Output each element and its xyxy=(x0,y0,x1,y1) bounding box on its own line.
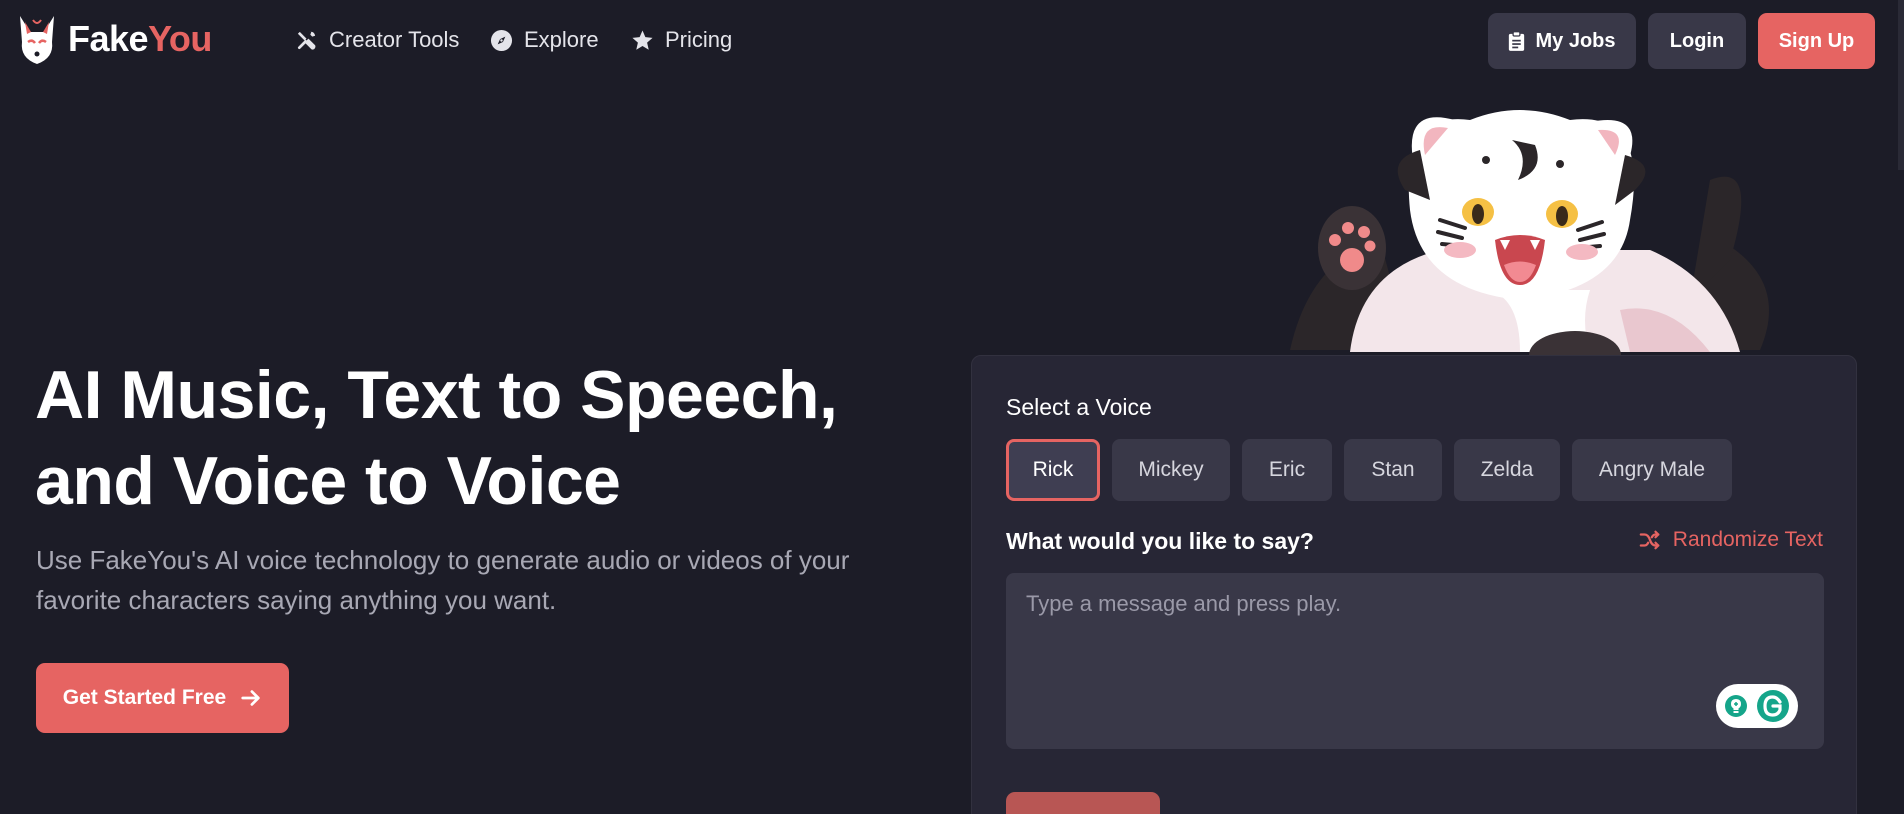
my-jobs-label: My Jobs xyxy=(1535,29,1616,52)
my-jobs-button[interactable]: My Jobs xyxy=(1488,13,1636,69)
brand-name-part2: You xyxy=(148,18,212,59)
voice-selector: Rick Mickey Eric Stan Zelda Angry Male xyxy=(1006,439,1732,501)
top-navbar: Fake You Creator Tools Explore Pricing M… xyxy=(0,0,1904,80)
select-voice-label: Select a Voice xyxy=(1006,394,1152,420)
lightbulb-icon xyxy=(1725,695,1747,717)
voice-option-angry-male[interactable]: Angry Male xyxy=(1572,439,1732,501)
nav-explore-label: Explore xyxy=(524,27,599,52)
voice-option-eric[interactable]: Eric xyxy=(1242,439,1332,501)
voice-option-mickey[interactable]: Mickey xyxy=(1112,439,1230,501)
clipboard-icon xyxy=(1509,30,1525,51)
randomize-text-button[interactable]: Randomize Text xyxy=(1639,528,1823,552)
tts-card: Select a Voice Rick Mickey Eric Stan Zel… xyxy=(971,355,1857,814)
brand-name: Fake You xyxy=(68,18,212,60)
scrollbar[interactable] xyxy=(1898,0,1904,170)
voice-option-zelda[interactable]: Zelda xyxy=(1454,439,1560,501)
hero-title: AI Music, Text to Speech, and Voice to V… xyxy=(35,352,935,524)
nav-creator-tools[interactable]: Creator Tools xyxy=(295,22,459,58)
speak-button[interactable] xyxy=(1006,792,1160,814)
get-started-button[interactable]: Get Started Free xyxy=(36,663,289,733)
nav-pricing-label: Pricing xyxy=(665,27,733,52)
grammarly-widget[interactable] xyxy=(1716,684,1798,728)
voice-option-rick[interactable]: Rick xyxy=(1006,439,1100,501)
cat-mascot-illustration xyxy=(1290,110,1769,379)
arrow-right-icon xyxy=(241,690,260,706)
shuffle-icon xyxy=(1639,530,1660,550)
fox-mask-icon xyxy=(20,16,54,64)
signup-button[interactable]: Sign Up xyxy=(1758,13,1875,69)
grammarly-logo-icon xyxy=(1757,690,1789,722)
star-icon xyxy=(632,29,653,50)
get-started-label: Get Started Free xyxy=(62,686,227,709)
hero-title-line2: and Voice to Voice xyxy=(35,443,621,519)
voice-option-stan[interactable]: Stan xyxy=(1344,439,1442,501)
login-button[interactable]: Login xyxy=(1648,13,1746,69)
brand-name-part1: Fake xyxy=(68,18,149,59)
nav-pricing[interactable]: Pricing xyxy=(631,22,732,58)
tools-icon xyxy=(297,31,316,50)
nav-creator-tools-label: Creator Tools xyxy=(329,27,460,52)
compass-icon xyxy=(490,29,513,51)
message-input[interactable] xyxy=(1006,573,1824,749)
nav-explore[interactable]: Explore xyxy=(490,22,599,58)
fakeyou-logo[interactable]: Fake You xyxy=(16,12,212,66)
prompt-label: What would you like to say? xyxy=(1006,528,1314,554)
randomize-text-label: Randomize Text xyxy=(1672,528,1823,551)
hero-title-line1: AI Music, Text to Speech, xyxy=(35,357,838,433)
hero-subtitle: Use FakeYou's AI voice technology to gen… xyxy=(36,545,850,615)
